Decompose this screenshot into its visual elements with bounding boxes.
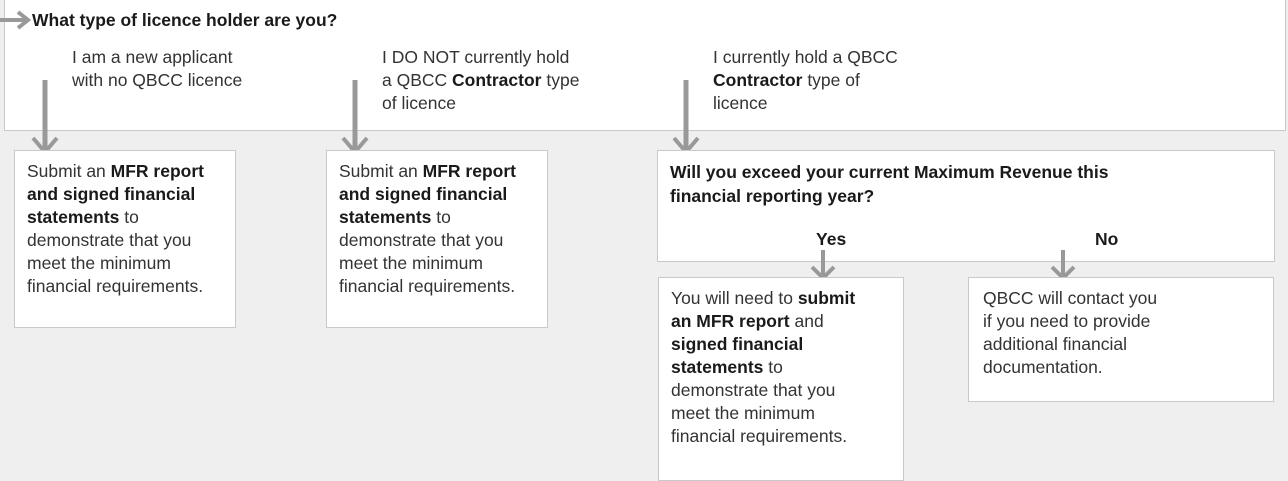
option-no-contractor: I DO NOT currently hold a QBCC Contracto…: [382, 47, 580, 113]
outcome-new-applicant-text: Submit an MFR report and signed financia…: [27, 161, 204, 296]
outcome-no-contractor-text: Submit an MFR report and signed financia…: [339, 161, 516, 296]
option-contractor: I currently hold a QBCC Contractor type …: [713, 47, 898, 113]
option-contractor-arrow-icon: [672, 80, 700, 156]
option-new-arrow-icon: [31, 80, 59, 156]
answer-yes-label: Yes: [816, 229, 847, 249]
outcome-yes-text: You will need to submit an MFR report an…: [671, 288, 856, 446]
option-new-applicant: I am a new applicant with no QBCC licenc…: [72, 47, 243, 90]
answer-no-label: No: [1095, 229, 1119, 249]
outcome-no-text: QBCC will contact you if you need to pro…: [983, 288, 1158, 377]
revenue-question: Will you exceed your current Maximum Rev…: [670, 162, 1109, 206]
licence-type-question: What type of licence holder are you?: [32, 10, 338, 30]
option-no-contractor-arrow-icon: [341, 80, 369, 156]
entry-arrow-icon: [0, 10, 32, 30]
